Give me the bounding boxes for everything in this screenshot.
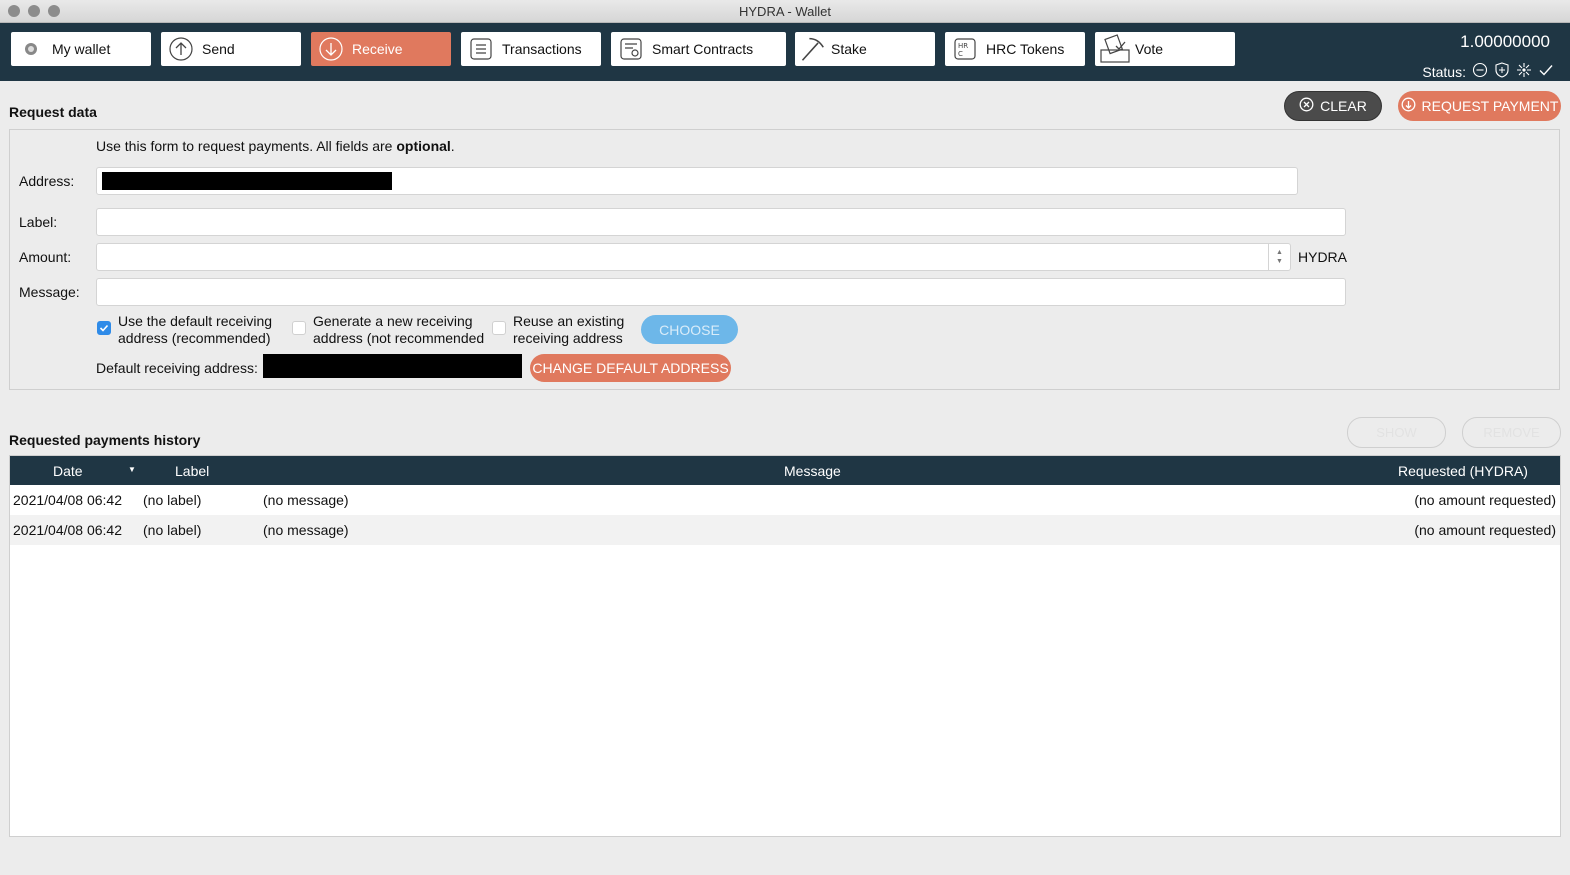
request-payment-label: REQUEST PAYMENT [1421, 98, 1559, 114]
request-form: Use this form to request payments. All f… [9, 129, 1560, 390]
check-icon [99, 324, 109, 332]
intro-suffix: . [450, 138, 455, 154]
reuse-address-checkbox[interactable] [492, 321, 506, 335]
cell-label: (no label) [143, 522, 202, 538]
redacted-default-address [263, 354, 522, 378]
status-bar: Status: [1422, 62, 1554, 81]
tab-vote[interactable]: Vote [1095, 32, 1235, 66]
address-field[interactable] [96, 167, 1298, 195]
column-date[interactable]: Date [53, 463, 83, 479]
default-address-label: Default receiving address: [96, 360, 258, 376]
contract-icon [618, 36, 644, 62]
tab-my-wallet[interactable]: My wallet [11, 32, 151, 66]
message-label: Message: [19, 284, 80, 300]
option-default-address[interactable]: Use the default receiving address (recom… [97, 313, 272, 347]
clear-icon [1299, 97, 1314, 115]
synced-check-icon[interactable] [1538, 62, 1554, 81]
option-line: address (not recommended [313, 330, 485, 346]
option-text: Use the default receiving address (recom… [118, 313, 272, 347]
tab-label: Vote [1135, 41, 1164, 57]
column-label[interactable]: Label [175, 463, 209, 479]
pickaxe-icon [799, 36, 825, 62]
send-arrow-icon [168, 36, 194, 62]
receive-arrow-icon [1401, 97, 1416, 115]
wallet-icon [18, 36, 44, 62]
option-text: Generate a new receiving address (not re… [313, 313, 484, 347]
message-field[interactable] [96, 278, 1346, 306]
request-payment-button[interactable]: REQUEST PAYMENT [1398, 91, 1561, 121]
svg-text:HR: HR [958, 42, 968, 50]
shield-icon[interactable] [1494, 62, 1510, 81]
option-line: address (recommended) [118, 330, 271, 346]
main-toolbar: My wallet Send Receive Transactions Smar… [0, 23, 1570, 81]
new-address-checkbox[interactable] [292, 321, 306, 335]
option-new-address[interactable]: Generate a new receiving address (not re… [292, 313, 484, 347]
svg-text:C: C [958, 50, 963, 58]
network-icon[interactable] [1516, 62, 1532, 81]
staking-off-icon[interactable] [1472, 62, 1488, 81]
cell-date: 2021/04/08 06:42 [13, 522, 122, 538]
window-titlebar: HYDRA - Wallet [0, 0, 1570, 23]
remove-button[interactable]: REMOVE [1462, 417, 1561, 448]
default-address-checkbox[interactable] [97, 321, 111, 335]
sort-descending-icon[interactable]: ▼ [128, 465, 136, 474]
tab-send[interactable]: Send [161, 32, 301, 66]
label-field[interactable] [96, 208, 1346, 236]
list-icon [468, 36, 494, 62]
change-default-address-button[interactable]: CHANGE DEFAULT ADDRESS [530, 354, 731, 382]
option-line: receiving address [513, 330, 623, 346]
cell-message: (no message) [263, 522, 349, 538]
cell-amount: (no amount requested) [1414, 492, 1556, 508]
request-data-title: Request data [9, 104, 97, 120]
tab-label: My wallet [52, 41, 111, 57]
tab-label: Receive [352, 41, 403, 57]
tab-label: Send [202, 41, 235, 57]
tab-label: Smart Contracts [652, 41, 754, 57]
wallet-balance: 1.00000000 [1460, 32, 1550, 51]
window-title: HYDRA - Wallet [739, 4, 831, 19]
intro-bold: optional [396, 138, 451, 154]
payments-history-table: Date ▼ Label Message Requested (HYDRA) 2… [9, 455, 1561, 837]
show-button[interactable]: SHOW [1347, 417, 1446, 448]
clear-button[interactable]: CLEAR [1284, 91, 1382, 121]
address-label: Address: [19, 173, 75, 189]
option-line: Generate a new receiving [313, 313, 473, 329]
option-line: Use the default receiving [118, 313, 273, 329]
intro-text: Use this form to request payments. All f… [96, 138, 397, 154]
label-label: Label: [19, 214, 58, 230]
status-label: Status: [1422, 63, 1466, 80]
tab-hrc-tokens[interactable]: HR C HRC Tokens [945, 32, 1085, 66]
column-message[interactable]: Message [784, 463, 841, 479]
choose-button[interactable]: CHOOSE [641, 315, 738, 344]
amount-unit: HYDRA [1298, 249, 1348, 265]
tab-label: HRC Tokens [986, 41, 1065, 57]
receive-arrow-icon [318, 36, 344, 62]
option-line: Reuse an existing [513, 313, 625, 329]
tab-smart-contracts[interactable]: Smart Contracts [611, 32, 786, 66]
redacted-address [102, 172, 392, 190]
tab-label: Stake [831, 41, 867, 57]
amount-label: Amount: [19, 249, 72, 265]
option-text: Reuse an existing receiving address [513, 313, 624, 347]
tab-stake[interactable]: Stake [795, 32, 935, 66]
token-icon: HR C [952, 36, 978, 62]
cell-date: 2021/04/08 06:42 [13, 492, 122, 508]
table-row[interactable]: 2021/04/08 06:42 (no label) (no message)… [10, 515, 1560, 545]
cell-label: (no label) [143, 492, 202, 508]
clear-button-label: CLEAR [1320, 98, 1367, 114]
history-title: Requested payments history [9, 432, 201, 448]
amount-field[interactable]: ▲ ▼ [96, 243, 1291, 271]
table-header: Date ▼ Label Message Requested (HYDRA) [10, 456, 1560, 485]
tab-receive[interactable]: Receive [311, 32, 451, 66]
tab-transactions[interactable]: Transactions [461, 32, 601, 66]
table-row[interactable]: 2021/04/08 06:42 (no label) (no message)… [10, 485, 1560, 515]
option-reuse-address[interactable]: Reuse an existing receiving address [492, 313, 624, 347]
column-requested[interactable]: Requested (HYDRA) [1398, 463, 1528, 479]
cell-message: (no message) [263, 492, 349, 508]
ballot-icon [1099, 34, 1131, 63]
cell-amount: (no amount requested) [1414, 522, 1556, 538]
form-intro: Use this form to request payments. All f… [96, 138, 455, 154]
tab-label: Transactions [502, 41, 582, 57]
amount-stepper[interactable]: ▲ ▼ [1268, 244, 1290, 270]
